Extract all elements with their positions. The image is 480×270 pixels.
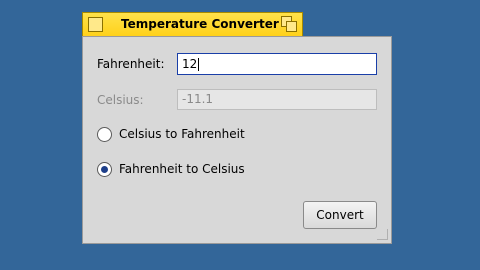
fahrenheit-value: 12 [182, 57, 198, 71]
radio-dot [101, 166, 108, 173]
text-caret [198, 58, 200, 71]
window-title-bar[interactable]: Temperature Converter [82, 12, 303, 36]
radio-button-selected[interactable] [97, 162, 112, 177]
zoom-box-icon[interactable] [281, 16, 297, 32]
celsius-label: Celsius: [97, 93, 144, 107]
radio-label: Fahrenheit to Celsius [119, 162, 245, 176]
convert-button[interactable]: Convert [303, 201, 377, 229]
close-box-icon[interactable] [88, 17, 103, 32]
converter-window: Fahrenheit: 12 Celsius: -11.1 Celsius to… [82, 36, 392, 244]
fahrenheit-label: Fahrenheit: [97, 57, 165, 71]
resize-grip[interactable] [377, 229, 388, 240]
radio-button[interactable] [97, 127, 112, 142]
radio-label: Celsius to Fahrenheit [119, 127, 245, 141]
fahrenheit-input[interactable]: 12 [177, 53, 377, 75]
celsius-field: -11.1 [177, 89, 377, 110]
window-title: Temperature Converter [121, 17, 279, 31]
